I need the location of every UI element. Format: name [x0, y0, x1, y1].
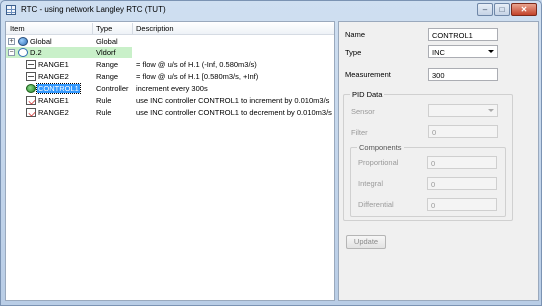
rule-icon: [26, 108, 36, 117]
rtc-window: RTC - using network Langley RTC (TUT) – …: [0, 0, 542, 306]
chevron-down-icon: [488, 50, 494, 53]
tree-row-rule2[interactable]: RANGE2 Rule use INC controller CONTROL1 …: [6, 107, 334, 118]
detail-panel: Name CONTROL1 Type INC Measurement 300 P…: [338, 21, 539, 301]
tree-row-d2[interactable]: − D.2 Vldorf: [6, 47, 334, 58]
tree-item-type: Range: [96, 60, 119, 69]
column-separator[interactable]: [132, 23, 133, 34]
name-label: Name: [345, 30, 366, 39]
tree-row-global[interactable]: + Global Global: [6, 36, 334, 47]
close-button[interactable]: ✕: [511, 3, 537, 16]
tree-row-control1[interactable]: CONTROL1 Controller increment every 300s: [6, 83, 334, 94]
tree-item-type: Global: [96, 37, 118, 46]
header-type[interactable]: Type: [96, 24, 112, 33]
measurement-label: Measurement: [345, 70, 391, 79]
type-select-value: INC: [432, 48, 445, 57]
tree-item-name: RANGE1: [38, 60, 69, 69]
tree-row-rule1[interactable]: RANGE1 Rule use INC controller CONTROL1 …: [6, 95, 334, 106]
differential-field[interactable]: 0: [427, 198, 497, 211]
column-separator[interactable]: [92, 23, 93, 34]
expand-icon[interactable]: +: [8, 38, 15, 45]
collapse-icon[interactable]: −: [8, 49, 15, 56]
range-icon: [26, 72, 36, 81]
components-group: Components Proportional 0 Integral 0 Dif…: [350, 143, 506, 217]
header-description[interactable]: Description: [136, 24, 174, 33]
tree-item-type: Controller: [96, 84, 129, 93]
filter-field[interactable]: 0: [428, 125, 498, 138]
name-field[interactable]: CONTROL1: [428, 28, 498, 41]
chevron-down-icon: [488, 109, 494, 112]
range-icon: [26, 60, 36, 69]
sensor-label: Sensor: [351, 107, 375, 116]
sensor-select[interactable]: [428, 104, 498, 117]
window-controls: – □ ✕: [476, 3, 537, 16]
type-select[interactable]: INC: [428, 45, 498, 58]
globe-icon: [18, 37, 28, 46]
tree-item-type: Vldorf: [96, 48, 116, 57]
measurement-field[interactable]: 300: [428, 68, 498, 81]
proportional-label: Proportional: [358, 158, 399, 167]
proportional-field[interactable]: 0: [427, 156, 497, 169]
window-title: RTC - using network Langley RTC (TUT): [21, 5, 166, 14]
type-label: Type: [345, 48, 362, 57]
pid-data-group: PID Data Sensor Filter 0 Components Prop…: [343, 90, 513, 221]
pid-data-title: PID Data: [350, 90, 385, 99]
maximize-button[interactable]: □: [494, 3, 510, 16]
rtc-tree[interactable]: Item Type Description + Global Global − …: [5, 21, 335, 301]
tree-row-range2[interactable]: RANGE2 Range = flow @ u/s of H.1 [0.580m…: [6, 71, 334, 82]
controller-icon: [26, 84, 36, 93]
tree-header: Item Type Description: [6, 22, 334, 35]
tree-item-type: Rule: [96, 108, 112, 117]
integral-label: Integral: [358, 179, 384, 188]
table-icon: [6, 5, 16, 15]
rule-icon: [26, 96, 36, 105]
tree-item-description: use INC controller CONTROL1 to decrement…: [136, 108, 332, 117]
filter-label: Filter: [351, 128, 368, 137]
tree-item-name: RANGE2: [38, 108, 69, 117]
tree-row-range1[interactable]: RANGE1 Range = flow @ u/s of H.1 (-Inf, …: [6, 59, 334, 70]
update-button[interactable]: Update: [346, 235, 386, 249]
title-bar[interactable]: RTC - using network Langley RTC (TUT) – …: [1, 1, 541, 19]
tree-item-name: Global: [30, 37, 52, 46]
tree-item-name: RANGE1: [38, 96, 69, 105]
tree-item-name: D.2: [30, 48, 42, 57]
differential-label: Differential: [358, 200, 394, 209]
tree-item-description: = flow @ u/s of H.1 (-Inf, 0.580m3/s): [136, 60, 257, 69]
components-title: Components: [357, 143, 404, 152]
minimize-button[interactable]: –: [477, 3, 493, 16]
vldorf-icon: [18, 48, 28, 57]
tree-item-name: RANGE2: [38, 72, 69, 81]
header-item[interactable]: Item: [10, 24, 25, 33]
tree-item-type: Range: [96, 72, 119, 81]
tree-item-type: Rule: [96, 96, 112, 105]
tree-item-description: use INC controller CONTROL1 to increment…: [136, 96, 330, 105]
tree-item-description: increment every 300s: [136, 84, 208, 93]
tree-item-name-selected: CONTROL1: [36, 83, 81, 94]
tree-item-description: = flow @ u/s of H.1 [0.580m3/s, +Inf): [136, 72, 259, 81]
integral-field[interactable]: 0: [427, 177, 497, 190]
